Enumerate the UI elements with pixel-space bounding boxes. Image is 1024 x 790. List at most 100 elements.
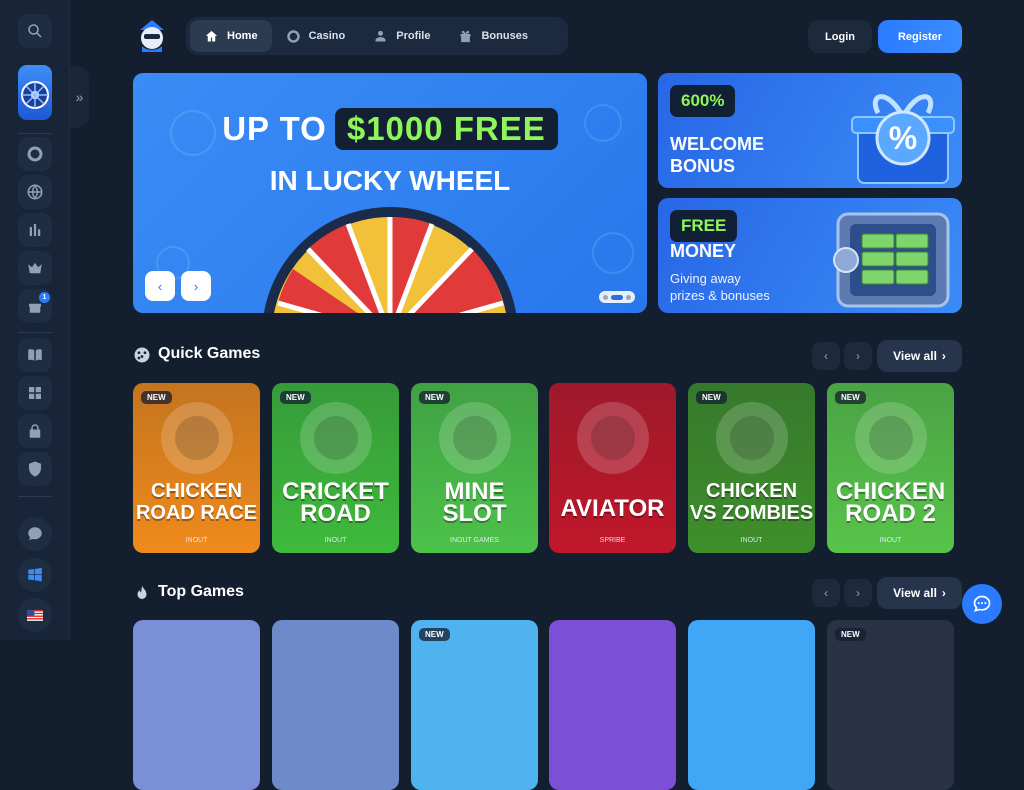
new-badge: NEW bbox=[419, 628, 450, 641]
hero-headline: UP TO $1000 FREE bbox=[133, 108, 647, 150]
game-card[interactable]: AVIATOR SPRIBE bbox=[549, 383, 676, 553]
top-games-prev-button[interactable]: ‹ bbox=[812, 579, 840, 607]
chip-icon[interactable] bbox=[18, 137, 52, 171]
book-icon[interactable] bbox=[18, 338, 52, 372]
register-button[interactable]: Register bbox=[878, 20, 962, 53]
chevron-right-icon: › bbox=[941, 349, 946, 363]
new-badge: NEW bbox=[835, 391, 866, 404]
svg-text:%: % bbox=[889, 120, 917, 156]
welcome-bonus-card[interactable]: % 600% WELCOME BONUS bbox=[658, 73, 962, 188]
sidebar-expand-button[interactable]: » bbox=[70, 66, 89, 128]
nav-casino[interactable]: Casino bbox=[272, 20, 360, 52]
welcome-bonus-title: WELCOME BONUS bbox=[670, 133, 764, 177]
shield-icon[interactable] bbox=[18, 452, 52, 486]
game-provider: INOUT bbox=[324, 537, 347, 544]
hero-next-button[interactable]: › bbox=[181, 271, 211, 301]
crown-icon[interactable] bbox=[18, 251, 52, 285]
quick-games-prev-button[interactable]: ‹ bbox=[812, 342, 840, 370]
game-artwork bbox=[439, 402, 511, 474]
new-badge: NEW bbox=[141, 391, 172, 404]
login-button[interactable]: Login bbox=[808, 20, 872, 53]
free-money-subtitle: Giving away prizes & bonuses bbox=[670, 270, 770, 304]
support-chat-button[interactable] bbox=[962, 584, 1002, 624]
gift-icon bbox=[460, 30, 471, 42]
welcome-bonus-pill: 600% bbox=[670, 85, 736, 117]
quick-games-view-all-button[interactable]: View all › bbox=[877, 340, 962, 372]
top-games-view-all-button[interactable]: View all › bbox=[877, 577, 962, 609]
game-card[interactable]: NEW MINE SLOT INOUT GAMES bbox=[411, 383, 538, 553]
welcome-bonus-title-line1: WELCOME bbox=[670, 134, 764, 154]
game-artwork bbox=[716, 402, 788, 474]
nav-profile[interactable]: Profile bbox=[359, 20, 444, 52]
chat-bubble-icon bbox=[973, 595, 991, 612]
game-title-line2: ROAD 2 bbox=[845, 500, 936, 527]
chevron-right-icon: › bbox=[941, 586, 946, 600]
quick-games-title: Quick Games bbox=[158, 345, 261, 362]
game-card[interactable]: NEW CHICKEN ROAD 2 INOUT bbox=[827, 383, 954, 553]
flag-us-icon[interactable] bbox=[18, 598, 52, 632]
new-badge: NEW bbox=[280, 391, 311, 404]
game-card[interactable] bbox=[133, 620, 260, 790]
game-card[interactable] bbox=[549, 620, 676, 790]
game-card[interactable] bbox=[272, 620, 399, 790]
game-card[interactable]: NEW CHICKEN ROAD RACE INOUT bbox=[133, 383, 260, 553]
game-title-line2: ROAD RACE bbox=[135, 502, 258, 524]
hero-subheadline: IN LUCKY WHEEL bbox=[269, 165, 511, 196]
chart-icon[interactable] bbox=[18, 213, 52, 247]
free-money-card[interactable]: FREE MONEY Giving away prizes & bonuses bbox=[658, 198, 962, 313]
chip-icon bbox=[286, 29, 300, 43]
welcome-bonus-title-line2: BONUS bbox=[670, 156, 736, 176]
top-games-view-all-label: View all bbox=[893, 586, 937, 600]
game-artwork bbox=[855, 402, 927, 474]
hero-banner[interactable]: UP TO $1000 FREE IN LUCKY WHEEL ‹ › bbox=[133, 73, 647, 313]
game-provider: SPRIBE bbox=[599, 537, 626, 544]
nav-profile-label: Profile bbox=[396, 30, 431, 42]
globe-icon[interactable] bbox=[18, 175, 52, 209]
game-title-line1: CHICKEN bbox=[150, 480, 243, 502]
hero-headline-highlight: $1000 FREE bbox=[334, 108, 558, 150]
game-title-line2: SLOT bbox=[442, 500, 507, 527]
quick-games-view-all-label: View all bbox=[893, 349, 937, 363]
nav-home-label: Home bbox=[227, 30, 258, 42]
game-card[interactable]: NEW CHICKEN VS ZOMBIES INOUT bbox=[688, 383, 815, 553]
game-artwork bbox=[161, 402, 233, 474]
game-title-line2: AVIATOR bbox=[560, 495, 665, 522]
brand-logo[interactable] bbox=[132, 16, 172, 56]
game-card[interactable]: NEW bbox=[411, 620, 538, 790]
hero-prev-button[interactable]: ‹ bbox=[145, 271, 175, 301]
nav-casino-label: Casino bbox=[308, 30, 346, 42]
new-badge: NEW bbox=[835, 628, 866, 641]
game-title-line2: VS ZOMBIES bbox=[689, 502, 814, 524]
game-title-line1: CHICKEN bbox=[705, 480, 798, 502]
new-badge: NEW bbox=[696, 391, 727, 404]
chat-icon[interactable] bbox=[18, 517, 52, 551]
quick-games-next-button[interactable]: › bbox=[844, 342, 872, 370]
lock-icon[interactable] bbox=[18, 414, 52, 448]
puzzle-icon[interactable] bbox=[18, 376, 52, 410]
game-card[interactable]: NEW bbox=[827, 620, 954, 790]
new-badge: NEW bbox=[419, 391, 450, 404]
game-provider: INOUT bbox=[185, 537, 208, 544]
nav-bonuses[interactable]: Bonuses bbox=[444, 20, 541, 52]
sidebar: 1 bbox=[0, 0, 70, 640]
nav-home[interactable]: Home bbox=[190, 20, 272, 52]
windows-icon[interactable] bbox=[18, 558, 52, 592]
top-games-title: Top Games bbox=[158, 583, 244, 600]
top-games-next-button[interactable]: › bbox=[844, 579, 872, 607]
fire-icon bbox=[137, 585, 147, 599]
free-money-pill: FREE bbox=[670, 210, 738, 242]
carousel-dots[interactable] bbox=[599, 291, 635, 303]
free-money-sub-line2: prizes & bonuses bbox=[670, 288, 770, 303]
game-artwork bbox=[300, 402, 372, 474]
search-icon[interactable] bbox=[18, 14, 52, 48]
game-provider: INOUT bbox=[740, 537, 763, 544]
gift-icon[interactable]: 1 bbox=[18, 289, 52, 323]
game-title-line2: ROAD bbox=[300, 500, 371, 527]
free-money-title: MONEY bbox=[670, 241, 737, 261]
game-card[interactable]: NEW CRICKET ROAD INOUT bbox=[272, 383, 399, 553]
game-card[interactable] bbox=[688, 620, 815, 790]
hero-headline-prefix: UP TO bbox=[222, 110, 327, 147]
nav-bonuses-label: Bonuses bbox=[481, 30, 528, 42]
lucky-wheel-icon[interactable] bbox=[18, 65, 52, 120]
notification-badge: 1 bbox=[39, 292, 50, 303]
